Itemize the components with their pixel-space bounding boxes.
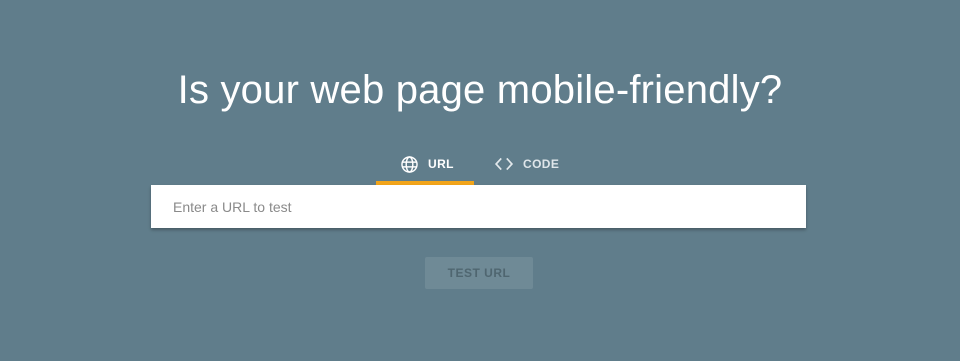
tab-url-label: URL	[428, 157, 454, 171]
tab-url[interactable]: URL	[376, 143, 474, 185]
tab-code-label: CODE	[523, 157, 560, 171]
globe-icon	[399, 154, 419, 174]
page-title: Is your web page mobile-friendly?	[177, 68, 783, 112]
url-input-container	[151, 185, 806, 228]
tab-code[interactable]: CODE	[474, 143, 584, 185]
test-url-button[interactable]: TEST URL	[425, 257, 533, 289]
code-icon	[494, 154, 514, 174]
url-input[interactable]	[151, 185, 806, 228]
input-mode-tabs: URL CODE	[376, 143, 584, 185]
